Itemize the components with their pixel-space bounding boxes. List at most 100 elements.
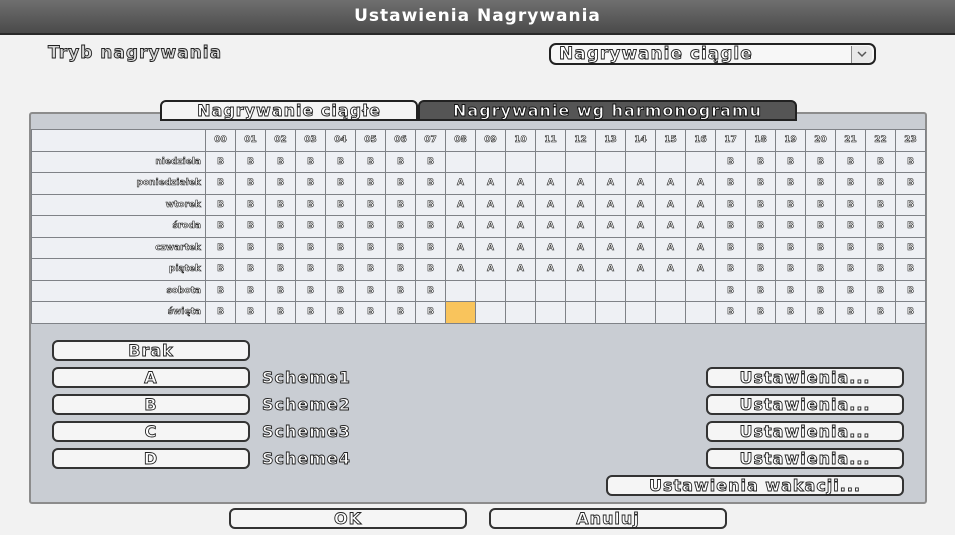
schedule-cell[interactable]: B [385, 301, 416, 324]
schedule-cell[interactable] [655, 301, 686, 324]
schedule-cell[interactable]: B [265, 172, 296, 195]
schedule-cell[interactable]: A [445, 193, 476, 216]
schedule-cell[interactable] [595, 301, 626, 324]
schedule-cell[interactable]: B [235, 215, 266, 238]
schedule-cell[interactable] [565, 150, 596, 173]
schedule-cell[interactable] [445, 279, 476, 302]
schedule-cell[interactable]: A [475, 236, 506, 259]
schedule-cell[interactable]: B [415, 301, 446, 324]
schedule-cell[interactable] [565, 279, 596, 302]
schedule-cell[interactable]: B [895, 193, 926, 216]
schedule-cell[interactable]: A [655, 236, 686, 259]
schedule-cell[interactable]: B [895, 172, 926, 195]
schedule-cell[interactable]: B [265, 301, 296, 324]
schedule-grid[interactable]: 00 01 02 03 04 05 06 07 08 09 10 11 12 13 14 15 16 17 18 19… [31, 129, 926, 324]
schedule-cell[interactable]: B [775, 236, 806, 259]
schedule-cell[interactable]: A [595, 193, 626, 216]
schedule-cell[interactable]: B [385, 150, 416, 173]
schedule-cell[interactable]: B [295, 236, 326, 259]
schedule-cell[interactable]: B [865, 301, 896, 324]
schedule-cell[interactable]: A [685, 258, 716, 281]
scheme-a-button[interactable]: A [52, 367, 250, 388]
schedule-cell[interactable]: B [355, 236, 386, 259]
schedule-cell[interactable]: A [535, 193, 566, 216]
schedule-cell[interactable]: A [445, 258, 476, 281]
schedule-cell[interactable]: A [505, 172, 536, 195]
schedule-cell[interactable] [595, 279, 626, 302]
schedule-cell[interactable]: B [415, 215, 446, 238]
schedule-cell[interactable]: B [235, 193, 266, 216]
schedule-cell[interactable]: B [895, 236, 926, 259]
schedule-cell[interactable]: B [805, 279, 836, 302]
schedule-cell[interactable]: B [715, 301, 746, 324]
schedule-cell[interactable] [685, 279, 716, 302]
schedule-cell[interactable]: B [415, 193, 446, 216]
schedule-cell[interactable] [685, 301, 716, 324]
schedule-cell[interactable]: B [325, 150, 356, 173]
chevron-down-icon[interactable] [851, 46, 872, 63]
schedule-cell[interactable]: B [775, 301, 806, 324]
schedule-cell[interactable]: B [385, 215, 416, 238]
schedule-cell[interactable] [685, 150, 716, 173]
schedule-cell[interactable]: B [235, 279, 266, 302]
schedule-cell[interactable]: B [805, 236, 836, 259]
schedule-cell[interactable]: A [535, 236, 566, 259]
schedule-cell[interactable]: B [835, 193, 866, 216]
schedule-cell[interactable]: B [265, 193, 296, 216]
schedule-cell[interactable]: B [235, 301, 266, 324]
schedule-cell[interactable]: B [865, 236, 896, 259]
schedule-cell[interactable]: B [325, 172, 356, 195]
schedule-cell[interactable]: B [775, 193, 806, 216]
schedule-cell[interactable]: B [745, 279, 776, 302]
schedule-cell[interactable]: B [205, 193, 236, 216]
schedule-cell[interactable]: B [805, 172, 836, 195]
schedule-cell[interactable]: B [265, 215, 296, 238]
schedule-cell[interactable]: B [355, 150, 386, 173]
schedule-cell[interactable]: B [805, 258, 836, 281]
schedule-cell[interactable]: B [325, 279, 356, 302]
tab-scheduled-recording[interactable]: Nagrywanie wg harmonogramu [418, 100, 797, 121]
schedule-cell[interactable]: B [205, 150, 236, 173]
schedule-cell[interactable]: B [895, 215, 926, 238]
schedule-cell[interactable]: B [865, 150, 896, 173]
schedule-cell[interactable]: B [205, 279, 236, 302]
schedule-cell[interactable] [535, 150, 566, 173]
schedule-cell[interactable]: B [715, 236, 746, 259]
schedule-cell[interactable]: B [325, 301, 356, 324]
schedule-cell[interactable]: B [325, 215, 356, 238]
schedule-cell[interactable]: B [715, 279, 746, 302]
schedule-cell[interactable] [475, 279, 506, 302]
schedule-cell[interactable]: B [895, 150, 926, 173]
schedule-cell[interactable]: A [445, 236, 476, 259]
schedule-cell[interactable]: A [595, 258, 626, 281]
schedule-cell[interactable]: A [565, 193, 596, 216]
schedule-cell[interactable]: B [805, 150, 836, 173]
schedule-cell[interactable]: B [415, 236, 446, 259]
schedule-cell[interactable]: B [835, 236, 866, 259]
schedule-cell[interactable] [655, 279, 686, 302]
schedule-cell[interactable] [445, 150, 476, 173]
schedule-cell[interactable]: B [835, 279, 866, 302]
schedule-cell[interactable]: B [325, 236, 356, 259]
schedule-cell[interactable]: A [535, 258, 566, 281]
schedule-cell[interactable]: B [355, 172, 386, 195]
schedule-cell[interactable]: B [295, 258, 326, 281]
schedule-cell[interactable]: B [835, 172, 866, 195]
schedule-cell[interactable]: A [625, 215, 656, 238]
schedule-cell[interactable]: A [565, 258, 596, 281]
schedule-cell[interactable]: B [865, 258, 896, 281]
schedule-cell[interactable]: A [685, 236, 716, 259]
schedule-cell[interactable]: B [865, 172, 896, 195]
schedule-cell[interactable]: B [775, 172, 806, 195]
schedule-cell[interactable]: A [505, 258, 536, 281]
schedule-cell[interactable]: B [205, 172, 236, 195]
schedule-cell[interactable]: A [445, 215, 476, 238]
schedule-cell[interactable]: B [205, 215, 236, 238]
schedule-cell[interactable]: B [895, 301, 926, 324]
schedule-cell[interactable]: B [205, 301, 236, 324]
schedule-cell[interactable]: B [385, 193, 416, 216]
scheme-d-settings-button[interactable]: Ustawienia... [706, 448, 904, 469]
schedule-cell[interactable]: B [205, 258, 236, 281]
schedule-cell[interactable]: B [325, 193, 356, 216]
schedule-cell[interactable]: B [745, 150, 776, 173]
